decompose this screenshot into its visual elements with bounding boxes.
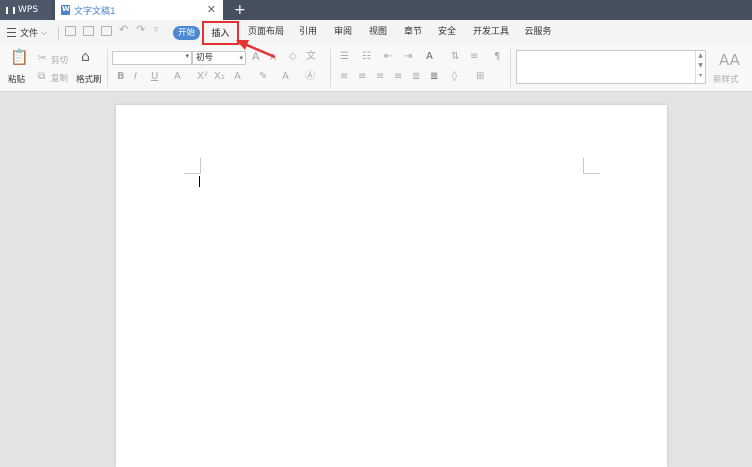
document-tab-title: 文字文稿1 xyxy=(74,6,116,17)
align-center-icon[interactable]: ≡ xyxy=(358,72,366,82)
gallery-scroll[interactable]: ▲ ▼ ▾ xyxy=(695,51,705,83)
new-tab-button[interactable]: + xyxy=(234,0,246,20)
chinese-layout-icon[interactable]: A xyxy=(426,52,433,62)
format-painter-icon: ⌂ xyxy=(81,49,90,65)
undo-icon[interactable]: ↶ xyxy=(119,23,130,36)
font-family-select[interactable]: ▾ xyxy=(112,51,192,65)
font-size-value: 初号 xyxy=(196,53,214,63)
character-border-icon[interactable]: Ⓐ xyxy=(305,72,315,82)
corner-mark-left xyxy=(184,158,201,174)
corner-mark-right xyxy=(583,158,600,174)
increase-indent-icon[interactable]: ⇥ xyxy=(404,52,412,62)
tab-review[interactable]: 审阅 xyxy=(332,20,354,45)
title-bar: WPS 文字文稿1 ✕ + xyxy=(0,0,752,20)
divider xyxy=(330,49,331,87)
divider xyxy=(107,49,108,87)
text-color-icon[interactable]: A xyxy=(282,72,289,82)
document-tab[interactable]: 文字文稿1 ✕ xyxy=(55,0,223,20)
font-effect-icon[interactable]: A xyxy=(174,72,181,82)
tab-page-layout[interactable]: 页面布局 xyxy=(248,20,284,45)
scissors-icon: ✂ xyxy=(38,53,47,64)
subscript-icon[interactable]: X₂ xyxy=(214,72,225,82)
style-gallery[interactable]: ▲ ▼ ▾ xyxy=(516,50,706,84)
file-menu-button[interactable]: 文件 ⌵ xyxy=(7,26,47,39)
tab-start[interactable]: 开始 xyxy=(173,26,200,40)
numbered-list-icon[interactable]: ☷ xyxy=(362,52,371,62)
borders-icon[interactable]: ⊞ xyxy=(476,72,484,82)
show-marks-icon[interactable]: ¶ xyxy=(494,52,500,62)
paragraph-spacing-icon[interactable]: ≣ xyxy=(430,72,438,82)
text-cursor xyxy=(199,176,200,187)
bullet-list-icon[interactable]: ☰ xyxy=(340,52,349,62)
tab-cloud-services[interactable]: 云服务 xyxy=(523,20,553,45)
print-preview-icon[interactable] xyxy=(101,26,112,36)
align-left-icon[interactable]: ≡ xyxy=(340,72,348,82)
paste-icon: 📋 xyxy=(10,48,29,66)
font-color-icon[interactable]: A xyxy=(234,72,241,82)
chevron-down-icon: ▾ xyxy=(185,52,189,60)
sort-icon[interactable]: ⇅ xyxy=(451,52,459,62)
new-style-icon: AA xyxy=(719,51,740,69)
tab-section[interactable]: 章节 xyxy=(402,20,424,45)
menu-icon xyxy=(7,28,16,37)
phonetic-guide-icon[interactable]: 文 xyxy=(306,52,316,62)
highlight-icon[interactable]: ✎ xyxy=(259,72,267,82)
save-icon[interactable] xyxy=(65,26,76,36)
app-tab[interactable]: WPS xyxy=(0,0,52,20)
menu-bar: 文件 ⌵ ↶ ↷ ▿ 开始 插入 页面布局 引用 审阅 视图 章节 安全 开发工… xyxy=(0,20,752,45)
justify-icon[interactable]: ≡ xyxy=(394,72,402,82)
format-painter-label: 格式刷 xyxy=(76,75,102,85)
print-icon[interactable] xyxy=(83,26,94,36)
decrease-indent-icon[interactable]: ⇤ xyxy=(384,52,392,62)
distribute-icon[interactable]: ≣ xyxy=(412,72,420,82)
tab-references[interactable]: 引用 xyxy=(297,20,319,45)
bold-icon[interactable]: B xyxy=(117,72,125,82)
ribbon-start: 📋 粘贴 ✂ 剪切 ⧉ 复制 ⌂ 格式刷 ▾ 初号 ▾ A A ◇ 文 B I … xyxy=(0,45,752,92)
redo-icon[interactable]: ↷ xyxy=(136,23,147,36)
chevron-down-icon: ⌵ xyxy=(41,27,48,37)
chevron-down-icon: ▾ xyxy=(239,54,243,62)
line-spacing-icon[interactable]: ≡ xyxy=(470,52,478,62)
clear-format-icon[interactable]: ◇ xyxy=(289,52,297,62)
grow-font-icon[interactable]: A xyxy=(252,51,260,62)
underline-icon[interactable]: U xyxy=(151,72,158,82)
italic-icon[interactable]: I xyxy=(134,72,137,82)
divider xyxy=(58,27,59,39)
shrink-font-icon[interactable]: A xyxy=(270,53,276,63)
tab-insert[interactable]: 插入 xyxy=(202,21,239,45)
new-style-button[interactable]: 新样式 xyxy=(713,73,739,85)
app-name: WPS xyxy=(18,5,39,15)
copy-icon: ⧉ xyxy=(38,71,46,82)
tab-security[interactable]: 安全 xyxy=(436,20,458,45)
tab-developer-tools[interactable]: 开发工具 xyxy=(472,20,510,45)
file-menu-label: 文件 xyxy=(20,29,39,39)
superscript-icon[interactable]: X² xyxy=(197,72,208,82)
copy-button[interactable]: 复制 xyxy=(51,72,68,84)
wps-logo-icon xyxy=(6,6,15,15)
document-icon xyxy=(61,5,70,15)
divider xyxy=(510,49,511,87)
close-tab-icon[interactable]: ✕ xyxy=(207,3,216,16)
shading-icon[interactable]: ◊ xyxy=(452,72,457,82)
customize-toolbar-icon[interactable]: ▿ xyxy=(154,25,165,35)
paste-label: 粘贴 xyxy=(8,75,26,85)
font-size-select[interactable]: 初号 ▾ xyxy=(192,51,246,65)
tab-view[interactable]: 视图 xyxy=(367,20,389,45)
align-right-icon[interactable]: ≡ xyxy=(376,72,384,82)
cut-button[interactable]: 剪切 xyxy=(51,54,68,66)
